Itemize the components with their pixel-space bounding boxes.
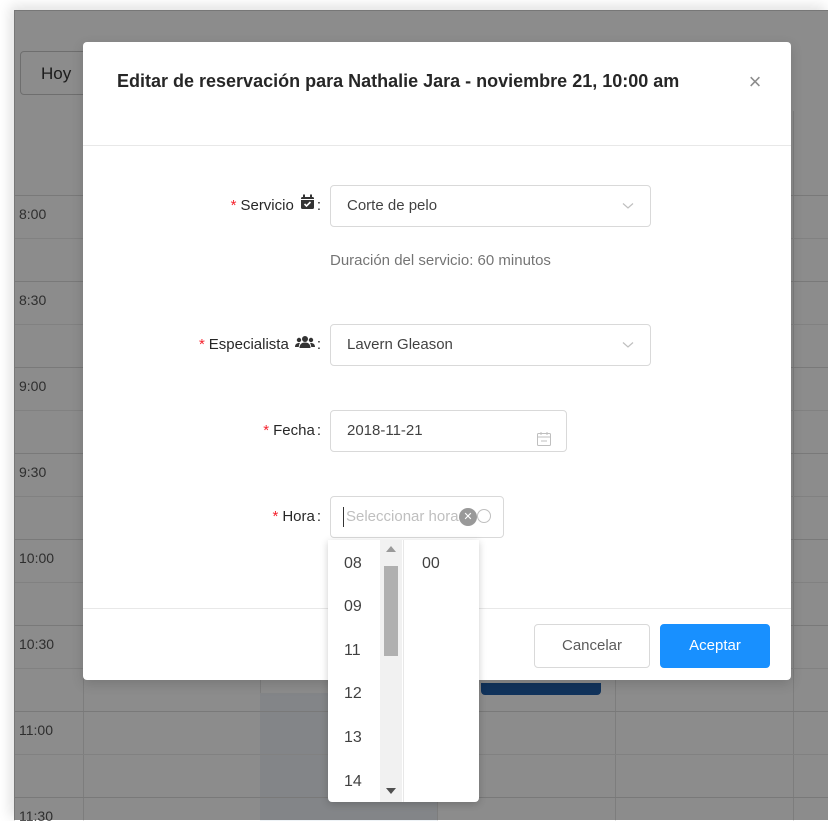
modal-title: Editar de reservación para Nathalie Jara…	[117, 71, 680, 91]
specialist-label: * Especialista:	[199, 324, 321, 366]
required-mark: *	[198, 336, 205, 353]
time-picker-panel: 08 09 11 12 13 14 00	[328, 540, 479, 802]
date-value: 2018-11-21	[347, 422, 423, 439]
minute-option[interactable]: 00	[422, 555, 440, 573]
hour-option[interactable]: 08	[344, 555, 362, 573]
service-value: Corte de pelo	[347, 197, 438, 214]
text-cursor	[343, 507, 344, 528]
scroll-up-icon[interactable]	[386, 546, 396, 552]
required-mark: *	[263, 422, 270, 439]
service-label: * Servicio:	[231, 185, 321, 227]
hour-column[interactable]: 08 09 11 12 13 14	[328, 540, 404, 802]
modal-header: Editar de reservación para Nathalie Jara…	[83, 42, 791, 146]
specialist-label-text: Especialista	[208, 336, 289, 353]
time-picker-input[interactable]: Seleccionar hora ✕	[330, 496, 504, 538]
service-duration-text: Duración del servicio: 60 minutos	[330, 252, 551, 269]
hour-scrollbar[interactable]	[380, 540, 402, 802]
date-label: * Fecha:	[263, 410, 321, 452]
scroll-down-icon[interactable]	[386, 788, 396, 794]
date-row: * Fecha: 2018-11-21	[83, 410, 791, 452]
hour-option[interactable]: 12	[344, 685, 362, 703]
time-placeholder: Seleccionar hora	[346, 508, 459, 525]
specialist-value: Lavern Gleason	[347, 336, 453, 353]
service-row: * Servicio: Corte de pelo	[83, 185, 791, 227]
label-colon: :	[316, 336, 321, 353]
hour-option[interactable]: 14	[344, 773, 362, 791]
scroll-thumb[interactable]	[384, 566, 398, 656]
chevron-down-icon	[622, 325, 634, 365]
calendar-check-icon	[300, 185, 315, 227]
date-picker-input[interactable]: 2018-11-21	[330, 410, 567, 452]
hour-option[interactable]: 13	[344, 729, 362, 747]
specialist-row: * Especialista: Lavern Gleason	[83, 324, 791, 366]
clock-icon	[477, 509, 491, 523]
chevron-down-icon	[622, 186, 634, 226]
label-colon: :	[316, 197, 321, 214]
time-label-field: * Hora:	[272, 496, 321, 538]
time-row-field: * Hora: Seleccionar hora ✕	[83, 496, 791, 538]
date-label-text: Fecha	[273, 422, 315, 439]
hour-option[interactable]: 11	[344, 642, 361, 660]
users-icon	[294, 324, 315, 366]
accept-button[interactable]: Aceptar	[660, 624, 770, 668]
service-label-text: Servicio	[240, 197, 294, 214]
cancel-button[interactable]: Cancelar	[534, 624, 650, 668]
label-colon: :	[316, 508, 321, 525]
hour-option[interactable]: 09	[344, 598, 362, 616]
label-colon: :	[316, 422, 321, 439]
required-mark: *	[230, 197, 237, 214]
calendar-icon[interactable]	[536, 423, 552, 463]
clear-icon[interactable]: ✕	[459, 508, 477, 526]
specialist-select[interactable]: Lavern Gleason	[330, 324, 651, 366]
close-icon[interactable]: ×	[745, 71, 765, 93]
service-select[interactable]: Corte de pelo	[330, 185, 651, 227]
required-mark: *	[272, 508, 279, 525]
time-label-text: Hora	[282, 508, 315, 525]
